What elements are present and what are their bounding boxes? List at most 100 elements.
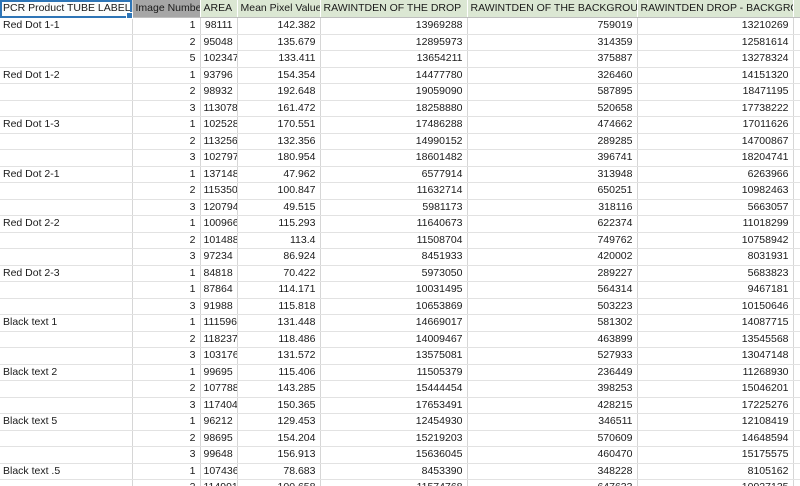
image-number-cell[interactable]: 2 (132, 232, 201, 249)
image-number-cell[interactable]: 1 (132, 281, 201, 299)
spacer-cell[interactable] (793, 265, 800, 282)
tube-label-cell[interactable] (0, 83, 133, 101)
rawintden-drop-cell[interactable]: 19059090 (320, 83, 468, 101)
tube-label-cell[interactable] (0, 331, 133, 348)
tube-label-cell[interactable] (0, 50, 133, 68)
area-cell[interactable]: 114991 (200, 479, 238, 486)
tube-label-cell[interactable]: Red Dot 1-1 (0, 17, 133, 35)
rawintden-drop-cell[interactable]: 15636045 (320, 446, 468, 464)
area-cell[interactable]: 99648 (200, 446, 238, 464)
mean-pixel-cell[interactable]: 142.382 (237, 17, 321, 35)
mean-pixel-cell[interactable]: 192.648 (237, 83, 321, 101)
mean-pixel-cell[interactable]: 154.204 (237, 430, 321, 447)
rawintden-background-cell[interactable]: 570609 (467, 430, 638, 447)
rawintden-drop-cell[interactable]: 5973050 (320, 265, 468, 282)
mean-pixel-cell[interactable]: 143.285 (237, 380, 321, 398)
area-cell[interactable]: 87864 (200, 281, 238, 299)
tube-label-cell[interactable]: Red Dot 2-2 (0, 215, 133, 233)
area-cell[interactable]: 111596 (200, 314, 238, 332)
header-area[interactable]: AREA (200, 0, 238, 18)
rawintden-drop-cell[interactable]: 8451933 (320, 248, 468, 266)
mean-pixel-cell[interactable]: 170.551 (237, 116, 321, 134)
spacer-cell[interactable] (793, 463, 800, 480)
header-tube-label[interactable]: PCR Product TUBE LABEL (0, 0, 133, 18)
image-number-cell[interactable]: 2 (132, 331, 201, 348)
area-cell[interactable]: 101488 (200, 232, 238, 249)
spacer-cell[interactable] (793, 67, 800, 84)
rawintden-background-cell[interactable]: 314359 (467, 34, 638, 51)
tube-label-cell[interactable]: Red Dot 2-3 (0, 265, 133, 282)
area-cell[interactable]: 113078 (200, 100, 238, 117)
image-number-cell[interactable]: 1 (132, 265, 201, 282)
rawintden-drop-cell[interactable]: 12895973 (320, 34, 468, 51)
image-number-cell[interactable]: 3 (132, 100, 201, 117)
spacer-cell[interactable] (793, 83, 800, 101)
mean-pixel-cell[interactable]: 86.924 (237, 248, 321, 266)
rawintden-drop-cell[interactable]: 10031495 (320, 281, 468, 299)
header-image-number[interactable]: Image Number (132, 0, 201, 18)
tube-label-cell[interactable] (0, 232, 133, 249)
rawintden-background-cell[interactable]: 474662 (467, 116, 638, 134)
rawintden-diff-cell[interactable]: 10927135 (637, 479, 794, 486)
rawintden-drop-cell[interactable]: 6577914 (320, 166, 468, 183)
spacer-cell[interactable] (793, 232, 800, 249)
image-number-cell[interactable]: 5 (132, 50, 201, 68)
tube-label-cell[interactable] (0, 182, 133, 200)
rawintden-diff-cell[interactable]: 13047148 (637, 347, 794, 365)
rawintden-background-cell[interactable]: 289285 (467, 133, 638, 150)
mean-pixel-cell[interactable]: 78.683 (237, 463, 321, 480)
header-rawintden-drop[interactable]: RAWINTDEN OF THE DROP (320, 0, 468, 18)
rawintden-background-cell[interactable]: 236449 (467, 364, 638, 381)
rawintden-background-cell[interactable]: 396741 (467, 149, 638, 167)
rawintden-diff-cell[interactable]: 12581614 (637, 34, 794, 51)
image-number-cell[interactable]: 2 (132, 182, 201, 200)
rawintden-diff-cell[interactable]: 10758942 (637, 232, 794, 249)
image-number-cell[interactable]: 2 (132, 380, 201, 398)
header-rawintden-diff[interactable]: RAWINTDEN DROP - BACKGROUND (637, 0, 794, 18)
rawintden-background-cell[interactable]: 564314 (467, 281, 638, 299)
tube-label-cell[interactable] (0, 347, 133, 365)
rawintden-diff-cell[interactable]: 12108419 (637, 413, 794, 431)
spacer-cell[interactable] (793, 34, 800, 51)
rawintden-diff-cell[interactable]: 8031931 (637, 248, 794, 266)
header-mean-pixel-value[interactable]: Mean Pixel Value (237, 0, 321, 18)
rawintden-diff-cell[interactable]: 15046201 (637, 380, 794, 398)
rawintden-drop-cell[interactable]: 13575081 (320, 347, 468, 365)
rawintden-drop-cell[interactable]: 15444454 (320, 380, 468, 398)
rawintden-background-cell[interactable]: 318116 (467, 199, 638, 216)
image-number-cell[interactable]: 3 (132, 199, 201, 216)
tube-label-cell[interactable] (0, 100, 133, 117)
spacer-cell[interactable] (793, 199, 800, 216)
tube-label-cell[interactable] (0, 133, 133, 150)
image-number-cell[interactable]: 1 (132, 364, 201, 381)
spacer-cell[interactable] (793, 100, 800, 117)
image-number-cell[interactable]: 2 (132, 133, 201, 150)
mean-pixel-cell[interactable]: 156.913 (237, 446, 321, 464)
rawintden-background-cell[interactable]: 375887 (467, 50, 638, 68)
spacer-cell[interactable] (793, 182, 800, 200)
area-cell[interactable]: 102347 (200, 50, 238, 68)
mean-pixel-cell[interactable]: 154.354 (237, 67, 321, 84)
area-cell[interactable]: 103176 (200, 347, 238, 365)
rawintden-drop-cell[interactable]: 13654211 (320, 50, 468, 68)
area-cell[interactable]: 100966 (200, 215, 238, 233)
rawintden-background-cell[interactable]: 428215 (467, 397, 638, 414)
rawintden-background-cell[interactable]: 289227 (467, 265, 638, 282)
spacer-cell[interactable] (793, 314, 800, 332)
image-number-cell[interactable]: 1 (132, 116, 201, 134)
rawintden-drop-cell[interactable]: 11632714 (320, 182, 468, 200)
rawintden-diff-cell[interactable]: 14700867 (637, 133, 794, 150)
image-number-cell[interactable]: 3 (132, 298, 201, 315)
spacer-cell[interactable] (793, 17, 800, 35)
spacer-cell[interactable] (793, 248, 800, 266)
mean-pixel-cell[interactable]: 114.171 (237, 281, 321, 299)
spacer-cell[interactable] (793, 281, 800, 299)
tube-label-cell[interactable]: Black text 1 (0, 314, 133, 332)
rawintden-background-cell[interactable]: 527933 (467, 347, 638, 365)
mean-pixel-cell[interactable]: 113.4 (237, 232, 321, 249)
mean-pixel-cell[interactable]: 118.486 (237, 331, 321, 348)
image-number-cell[interactable]: 3 (132, 347, 201, 365)
rawintden-diff-cell[interactable]: 5683823 (637, 265, 794, 282)
rawintden-diff-cell[interactable]: 13545568 (637, 331, 794, 348)
rawintden-background-cell[interactable]: 520658 (467, 100, 638, 117)
